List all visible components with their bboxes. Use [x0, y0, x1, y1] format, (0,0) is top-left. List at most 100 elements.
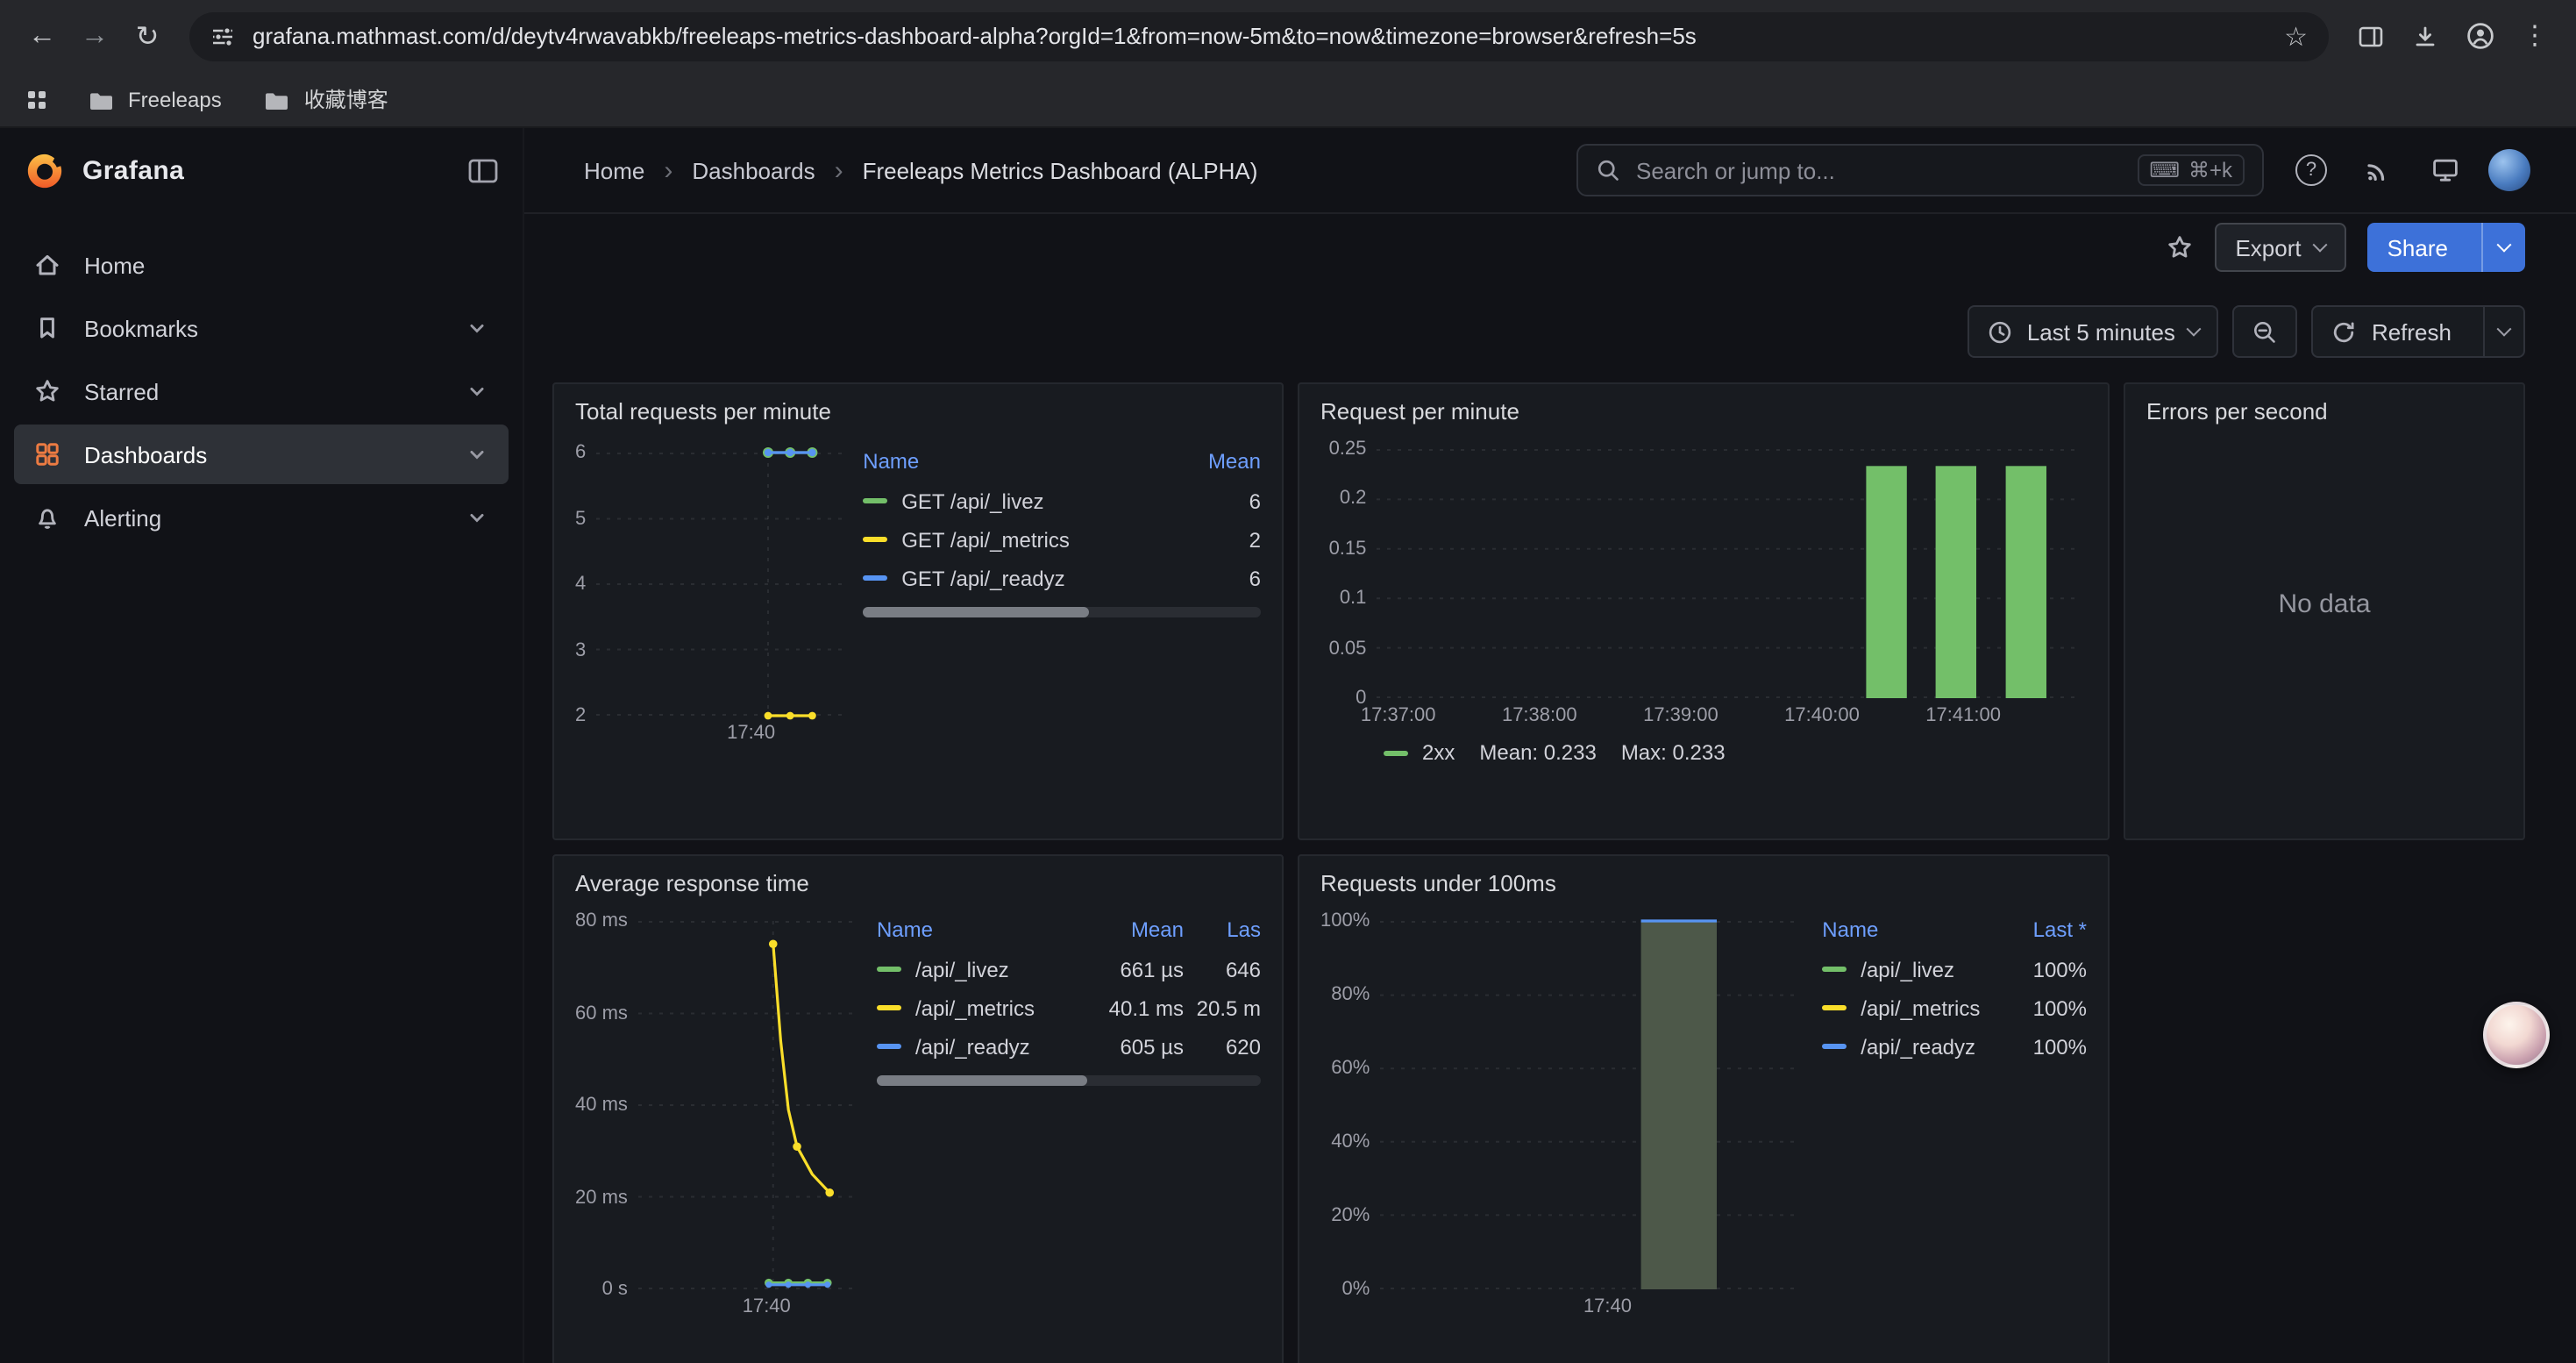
dashboard-actions: Export Share [524, 214, 2576, 281]
zoom-out-button[interactable] [2233, 305, 2298, 358]
legend-scrollbar[interactable] [877, 1075, 1261, 1086]
legend-col-name[interactable]: Name [1822, 914, 1996, 951]
y-axis-labels: 80 ms 60 ms 40 ms 20 ms 0 s [575, 910, 628, 1300]
download-icon[interactable] [2411, 22, 2439, 50]
legend-col-last[interactable]: Las [1184, 914, 1261, 951]
panel-title[interactable]: Request per minute [1320, 398, 2087, 425]
legend[interactable]: 2xx Mean: 0.233 Max: 0.233 [1384, 740, 2087, 765]
plot-area[interactable] [1380, 921, 1801, 1289]
export-button[interactable]: Export [2214, 223, 2346, 272]
sidebar-item-bookmarks[interactable]: Bookmarks [14, 298, 509, 358]
plot-area[interactable] [1377, 449, 2078, 698]
bookmark-folder-blogs[interactable]: 收藏博客 [264, 84, 388, 114]
search-input[interactable] [1636, 157, 2121, 183]
back-button[interactable]: ← [18, 11, 67, 61]
panel-title[interactable]: Errors per second [2146, 398, 2502, 425]
series-color-swatch [1822, 1005, 1847, 1010]
sidebar-toggle-icon[interactable] [468, 158, 498, 184]
help-icon[interactable]: ? [2288, 147, 2334, 193]
breadcrumb-dashboards[interactable]: Dashboards [692, 157, 815, 183]
floating-assistant-avatar[interactable] [2483, 1002, 2550, 1068]
legend-scrollbar[interactable] [863, 607, 1261, 617]
time-range-picker[interactable]: Last 5 minutes [1968, 305, 2219, 358]
panel-average-response-time[interactable]: Average response time 80 ms 60 ms 40 ms … [552, 854, 1284, 1363]
chevron-down-icon [2497, 238, 2512, 253]
reload-button[interactable]: ↻ [123, 11, 172, 61]
legend-row[interactable]: /api/_metrics 40.1 ms 20.5 m [877, 989, 1261, 1028]
menu-kebab-icon[interactable]: ⋮ [2522, 23, 2548, 49]
legend-row[interactable]: /api/_livez 661 µs 646 [877, 951, 1261, 989]
sidebar-item-alerting[interactable]: Alerting [14, 488, 509, 547]
brand-row: Grafana [0, 128, 523, 214]
legend-row[interactable]: GET /api/_livez 6 [863, 482, 1261, 521]
url-input[interactable] [253, 23, 2266, 49]
series-color-swatch [877, 1044, 901, 1049]
legend-col-last[interactable]: Last * [1996, 914, 2087, 951]
share-button[interactable]: Share [2368, 223, 2525, 272]
sidebar-item-dashboards[interactable]: Dashboards [14, 425, 509, 484]
bookmark-label: 收藏博客 [304, 84, 388, 114]
chevron-down-icon [2313, 238, 2328, 253]
news-rss-icon[interactable] [2355, 147, 2401, 193]
refresh-icon [2331, 318, 2358, 345]
sidebar-item-label: Dashboards [84, 441, 207, 467]
bookmark-folder-freeleaps[interactable]: Freeleaps [88, 87, 222, 111]
forward-button[interactable]: → [70, 11, 119, 61]
bell-icon [33, 503, 61, 532]
brand-name[interactable]: Grafana [82, 156, 184, 186]
bookmark-icon [33, 314, 61, 342]
legend-row[interactable]: GET /api/_readyz 6 [863, 560, 1261, 598]
address-bar[interactable]: ☆ [189, 11, 2329, 61]
series-color-swatch [1822, 1044, 1847, 1049]
chevron-down-icon[interactable] [465, 316, 489, 340]
share-dropdown[interactable] [2481, 223, 2525, 272]
sidebar-item-starred[interactable]: Starred [14, 361, 509, 421]
timeseries-chart: 80 ms 60 ms 40 ms 20 ms 0 s 17:40 [575, 921, 856, 1317]
legend-row[interactable]: /api/_livez 100% [1822, 951, 2087, 989]
plot-area[interactable] [638, 921, 856, 1289]
zoom-out-icon [2252, 318, 2279, 345]
legend-col-mean[interactable]: Mean [1180, 446, 1261, 482]
favorite-star-icon[interactable] [2165, 233, 2193, 261]
panel-title[interactable]: Average response time [575, 870, 1261, 896]
refresh-interval-dropdown[interactable] [2483, 307, 2523, 356]
search-box[interactable]: ⌨ ⌘+k [1576, 144, 2264, 196]
user-avatar[interactable] [2488, 149, 2530, 191]
sidebar-item-home[interactable]: Home [14, 235, 509, 295]
panel-total-requests[interactable]: Total requests per minute 6 5 4 3 2 [552, 382, 1284, 840]
profile-icon[interactable] [2466, 21, 2495, 51]
site-info-icon[interactable] [210, 24, 235, 48]
sidebar-item-label: Home [84, 252, 145, 278]
bookmarks-bar: Freeleaps 收藏博客 [0, 72, 2576, 128]
panel-title[interactable]: Requests under 100ms [1320, 870, 2087, 896]
legend-row[interactable]: /api/_readyz 605 µs 620 [877, 1028, 1261, 1067]
legend-col-name[interactable]: Name [877, 914, 1082, 951]
plot-area[interactable] [596, 453, 842, 716]
bookmark-star-icon[interactable]: ☆ [2284, 20, 2308, 52]
legend-col-mean[interactable]: Mean [1082, 914, 1184, 951]
series-color-swatch [863, 575, 887, 581]
side-panel-icon[interactable] [2357, 22, 2385, 50]
panel-title[interactable]: Total requests per minute [575, 398, 1261, 425]
panel-requests-under-100ms[interactable]: Requests under 100ms 100% 80% 60% 40% 20… [1298, 854, 2110, 1363]
refresh-button[interactable]: Refresh [2312, 305, 2525, 358]
chevron-down-icon[interactable] [465, 379, 489, 403]
panel-errors-per-second[interactable]: Errors per second No data [2124, 382, 2525, 840]
legend-col-name[interactable]: Name [863, 446, 1180, 482]
chevron-down-icon[interactable] [465, 505, 489, 530]
apps-grid-icon[interactable] [28, 90, 46, 108]
display-icon[interactable] [2422, 147, 2467, 193]
chevron-down-icon[interactable] [465, 442, 489, 467]
grafana-logo[interactable] [25, 151, 65, 191]
legend-row[interactable]: /api/_metrics 100% [1822, 989, 2087, 1028]
breadcrumb-home[interactable]: Home [584, 157, 644, 183]
folder-icon [88, 87, 114, 111]
refresh-button-main[interactable]: Refresh [2314, 307, 2469, 356]
share-button-label[interactable]: Share [2368, 223, 2467, 272]
legend-row[interactable]: /api/_readyz 100% [1822, 1028, 2087, 1067]
series-color-swatch [877, 967, 901, 972]
legend-row[interactable]: GET /api/_metrics 2 [863, 521, 1261, 560]
panel-request-per-minute[interactable]: Request per minute 0.25 0.2 0.15 0.1 0.0… [1298, 382, 2110, 840]
folder-icon [264, 87, 290, 111]
sidebar-item-label: Alerting [84, 504, 161, 531]
